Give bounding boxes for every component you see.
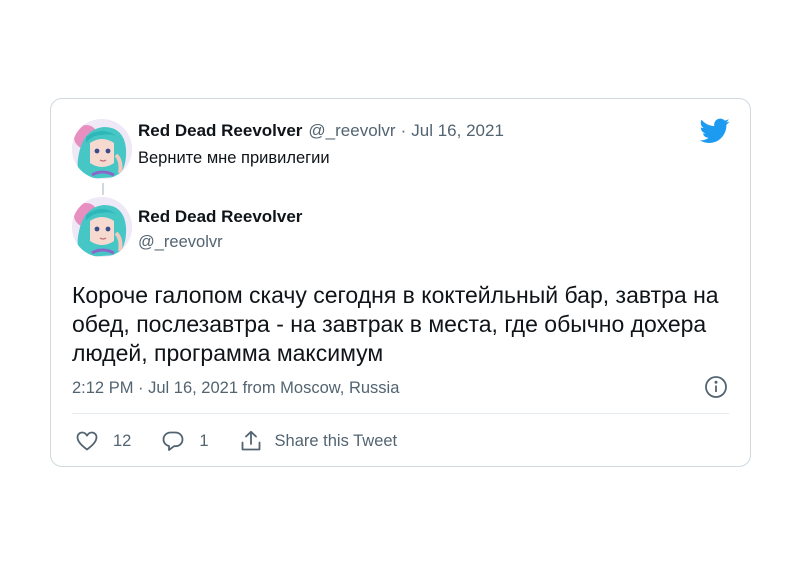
quoted-tweet-header: Red Dead Reevolver @_reevolvr · Jul 16, …: [138, 121, 504, 141]
tweet-actions: 12 1 Share this Tweet: [75, 429, 397, 453]
quoted-author-handle[interactable]: @_reevolvr: [308, 121, 395, 141]
share-button[interactable]: Share this Tweet: [239, 429, 398, 453]
author-handle[interactable]: @_reevolvr: [138, 233, 223, 252]
tweet-card: Red Dead Reevolver @_reevolvr · Jul 16, …: [50, 98, 751, 467]
reply-button[interactable]: 1: [161, 429, 209, 453]
heart-icon: [75, 429, 99, 453]
like-button[interactable]: 12: [75, 429, 131, 453]
thread-connector: [102, 183, 104, 195]
quoted-tweet-date[interactable]: Jul 16, 2021: [411, 121, 504, 141]
tweet-timestamp[interactable]: 2:12 PM · Jul 16, 2021 from Moscow, Russ…: [72, 379, 399, 398]
author-avatar[interactable]: [72, 197, 132, 257]
reply-count: 1: [199, 431, 209, 450]
separator-dot: ·: [400, 121, 407, 140]
tweet-text: Короче галопом скачу сегодня в коктейльн…: [72, 282, 719, 366]
info-icon[interactable]: [704, 375, 728, 399]
twitter-bird-icon[interactable]: [700, 118, 730, 144]
quoted-author-avatar[interactable]: [72, 119, 132, 179]
like-count: 12: [113, 431, 132, 450]
divider: [72, 413, 729, 414]
quoted-tweet-text: Верните мне привилегии: [138, 149, 330, 167]
speech-bubble-icon: [161, 429, 185, 453]
share-label: Share this Tweet: [274, 431, 398, 450]
author-name[interactable]: Red Dead Reevolver: [138, 207, 302, 227]
quoted-author-name[interactable]: Red Dead Reevolver: [138, 121, 302, 141]
share-icon: [239, 429, 263, 453]
